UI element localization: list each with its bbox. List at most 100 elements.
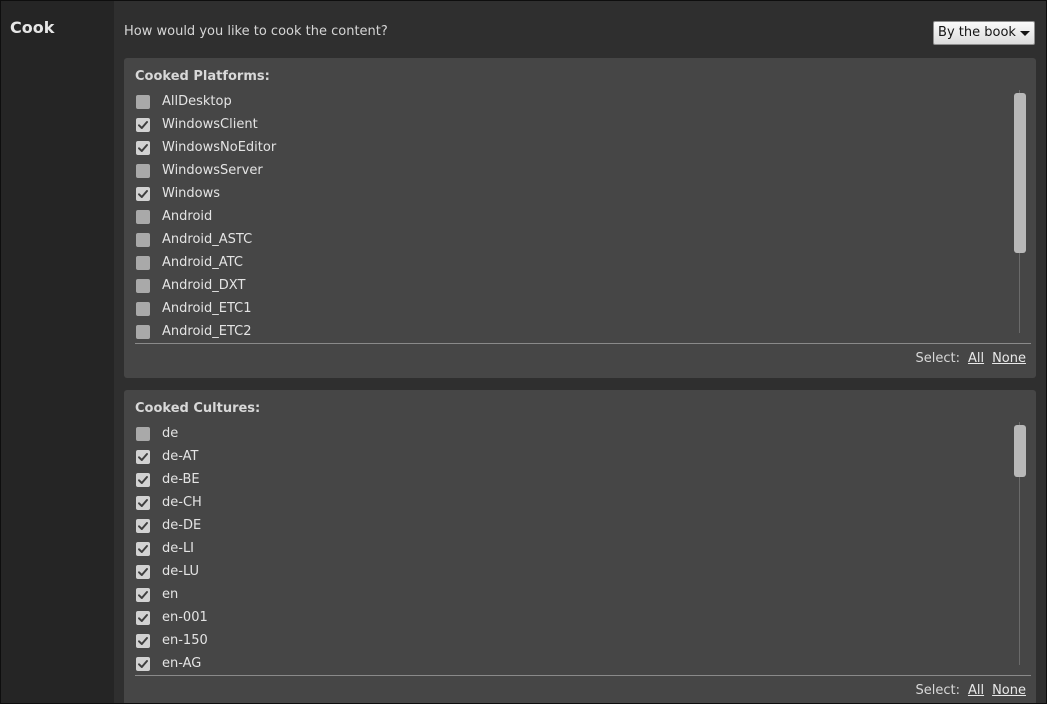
checkbox-label: WindowsClient xyxy=(162,116,258,132)
checkbox-label: en-AG xyxy=(162,655,202,671)
checkbox[interactable] xyxy=(136,656,150,671)
checkbox-row[interactable]: WindowsClient xyxy=(136,113,1016,136)
cooked-platforms-panel: Cooked Platforms: AllDesktop WindowsClien… xyxy=(124,58,1036,378)
cook-mode-selected-value: By the book xyxy=(938,25,1016,40)
checkbox-label: de-CH xyxy=(162,494,202,510)
cook-mode-question: How would you like to cook the content? xyxy=(124,24,388,39)
checkbox-row[interactable]: de xyxy=(136,422,1016,445)
checkbox[interactable] xyxy=(136,140,150,155)
select-label: Select: xyxy=(915,683,960,698)
checkmark-icon xyxy=(138,498,148,507)
checkbox[interactable] xyxy=(136,301,150,316)
scrollbar-thumb[interactable] xyxy=(1014,93,1026,253)
scrollbar-thumb[interactable] xyxy=(1014,425,1026,477)
checkbox[interactable] xyxy=(136,117,150,132)
checkmark-icon xyxy=(138,475,148,484)
checkbox-row[interactable]: WindowsServer xyxy=(136,159,1016,182)
panel-heading: Cooked Cultures: xyxy=(135,401,261,416)
checkbox[interactable] xyxy=(136,564,150,579)
checkbox-row[interactable]: de-LU xyxy=(136,560,1016,583)
select-none-link[interactable]: None xyxy=(992,351,1026,367)
select-all-link[interactable]: All xyxy=(968,683,984,699)
checkbox-row[interactable]: de-BE xyxy=(136,468,1016,491)
checkbox-label: Android_ASTC xyxy=(162,231,253,247)
checkmark-icon xyxy=(138,544,148,553)
checkbox-label: Android_ATC xyxy=(162,254,243,270)
checkbox[interactable] xyxy=(136,449,150,464)
checkbox[interactable] xyxy=(136,255,150,270)
checkbox-row[interactable]: Android_ETC2 xyxy=(136,320,1016,343)
divider xyxy=(135,675,1031,676)
select-none-link[interactable]: None xyxy=(992,683,1026,699)
checkbox[interactable] xyxy=(136,426,150,441)
checkbox-row[interactable]: Android_ATC xyxy=(136,251,1016,274)
checkmark-icon xyxy=(138,590,148,599)
checkbox-label: Android xyxy=(162,208,213,224)
checkbox[interactable] xyxy=(136,518,150,533)
divider xyxy=(135,343,1031,344)
section-title-column: Cook xyxy=(1,1,114,703)
checkbox-label: de-LU xyxy=(162,563,200,579)
checkbox-label: WindowsServer xyxy=(162,162,263,178)
checkmark-icon xyxy=(138,659,148,668)
checkbox-row[interactable]: AllDesktop xyxy=(136,90,1016,113)
checkbox-label: AllDesktop xyxy=(162,93,232,109)
checkmark-icon xyxy=(138,636,148,645)
cook-mode-dropdown[interactable]: By the book xyxy=(933,21,1035,45)
checkbox-label: de-LI xyxy=(162,540,195,556)
checkbox-label: de-BE xyxy=(162,471,200,487)
checkbox-label: de-DE xyxy=(162,517,202,533)
checkbox[interactable] xyxy=(136,610,150,625)
checkbox-label: de-AT xyxy=(162,448,199,464)
checkbox-row[interactable]: en xyxy=(136,583,1016,606)
select-controls: Select: All None xyxy=(915,351,1026,367)
checkbox-row[interactable]: de-DE xyxy=(136,514,1016,537)
checkbox-row[interactable]: en-150 xyxy=(136,629,1016,652)
checkbox[interactable] xyxy=(136,209,150,224)
checkbox-row[interactable]: Android xyxy=(136,205,1016,228)
checkbox[interactable] xyxy=(136,186,150,201)
checkmark-icon xyxy=(138,452,148,461)
checkbox-row[interactable]: Android_ETC1 xyxy=(136,297,1016,320)
checkmark-icon xyxy=(138,143,148,152)
checkbox-label: WindowsNoEditor xyxy=(162,139,277,155)
checkbox-row[interactable]: en-AG xyxy=(136,652,1016,675)
cook-settings-content: How would you like to cook the content? … xyxy=(114,1,1046,703)
checkbox-row[interactable]: de-CH xyxy=(136,491,1016,514)
checkbox-label: Android_DXT xyxy=(162,277,246,293)
checkbox-label: de xyxy=(162,425,179,441)
checkbox[interactable] xyxy=(136,232,150,247)
checkbox[interactable] xyxy=(136,324,150,339)
culture-list: de de-AT de-BE de-CH de-DE de-LI de-LU en en-001… xyxy=(136,422,1016,675)
checkbox-row[interactable]: Android_DXT xyxy=(136,274,1016,297)
checkmark-icon xyxy=(138,567,148,576)
checkbox-label: Android_ETC1 xyxy=(162,300,252,316)
checkbox[interactable] xyxy=(136,541,150,556)
checkbox[interactable] xyxy=(136,278,150,293)
cook-settings-window: Cook How would you like to cook the cont… xyxy=(0,0,1047,704)
checkbox-row[interactable]: de-LI xyxy=(136,537,1016,560)
checkbox-row[interactable]: WindowsNoEditor xyxy=(136,136,1016,159)
checkbox[interactable] xyxy=(136,495,150,510)
checkbox[interactable] xyxy=(136,94,150,109)
scrollbar[interactable] xyxy=(1014,422,1026,665)
checkbox-label: en-001 xyxy=(162,609,208,625)
checkbox-row[interactable]: en-001 xyxy=(136,606,1016,629)
checkmark-icon xyxy=(138,120,148,129)
checkbox-row[interactable]: Windows xyxy=(136,182,1016,205)
checkbox[interactable] xyxy=(136,633,150,648)
checkbox-label: en-150 xyxy=(162,632,208,648)
select-controls: Select: All None xyxy=(915,683,1026,699)
panel-heading: Cooked Platforms: xyxy=(135,69,270,84)
checkbox[interactable] xyxy=(136,587,150,602)
checkbox[interactable] xyxy=(136,163,150,178)
select-all-link[interactable]: All xyxy=(968,351,984,367)
checkbox[interactable] xyxy=(136,472,150,487)
select-label: Select: xyxy=(915,351,960,366)
checkbox-label: Windows xyxy=(162,185,221,201)
checkbox-row[interactable]: de-AT xyxy=(136,445,1016,468)
checkmark-icon xyxy=(138,189,148,198)
scrollbar[interactable] xyxy=(1014,90,1026,333)
checkbox-row[interactable]: Android_ASTC xyxy=(136,228,1016,251)
checkbox-label: en xyxy=(162,586,179,602)
